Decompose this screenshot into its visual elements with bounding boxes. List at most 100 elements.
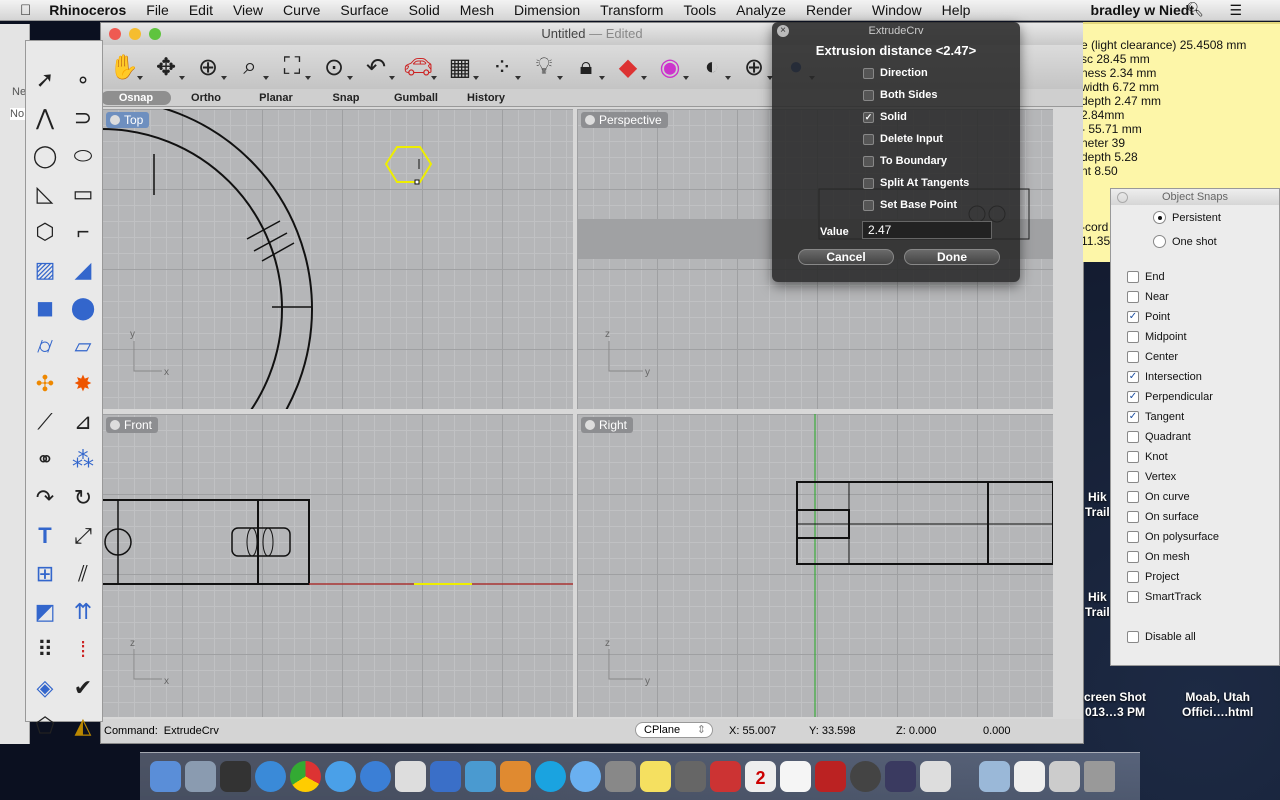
menu-render[interactable]: Render [806,2,852,18]
viewport-top[interactable]: xy Top [102,109,573,409]
checkbox-checked[interactable]: ✓ [1127,371,1139,383]
checkbox[interactable] [863,199,874,211]
polygon-icon[interactable]: ⬡ [35,219,54,245]
spotlight-search-icon[interactable]: 🔍︎ [1186,1,1204,18]
surface-icon[interactable]: ▨ [35,257,56,283]
menu-edit[interactable]: Edit [189,2,213,18]
checkbox-checked[interactable]: ✓ [863,111,874,123]
desktop-item[interactable]: Hik Trail [1085,590,1110,620]
done-button[interactable]: Done [904,249,1000,265]
command-line[interactable]: ExtrudeCrv [164,725,219,737]
checkbox[interactable] [1127,551,1139,563]
menu-transform[interactable]: Transform [600,2,663,18]
circle-icon[interactable]: ◯ [33,143,58,169]
array-icon[interactable]: ⊞ [36,561,54,587]
messages-icon[interactable] [570,761,601,792]
menu-window[interactable]: Window [872,2,922,18]
zoom-in-out-icon[interactable]: ⊕ [191,50,227,84]
check-icon[interactable]: ✔ [74,675,92,701]
select-arrow-icon[interactable]: ➚ [36,67,54,93]
notification-list-icon[interactable]: ☰ [1229,2,1242,19]
dashboard-icon[interactable] [220,761,251,792]
menu-analyze[interactable]: Analyze [736,2,786,18]
snap-on-polysurface[interactable]: On polysurface [1127,531,1219,543]
menu-tools[interactable]: Tools [683,2,716,18]
zoom-button[interactable] [149,28,161,40]
wireframe-display-icon[interactable]: ⊕ [737,50,773,84]
snap-point[interactable]: ✓ Point [1127,311,1170,323]
menu-dimension[interactable]: Dimension [514,2,580,18]
viewport-label-front[interactable]: Front [106,417,159,433]
arc-icon[interactable]: ◺ [37,181,54,207]
snap-on-mesh[interactable]: On mesh [1127,551,1190,563]
checkbox[interactable] [1127,491,1139,503]
desktop-item-moab-html[interactable]: Moab, Utah Offici….html [1182,690,1253,720]
close-button[interactable] [109,28,121,40]
snap-tangent[interactable]: ✓ Tangent [1127,411,1184,423]
calendar-icon[interactable]: 2 [745,761,776,792]
history-toggle[interactable]: History [451,91,521,105]
gumball-toggle[interactable]: Gumball [381,91,451,105]
rotate-view-icon[interactable]: ✥ [149,50,185,84]
ellipse-icon[interactable]: ⬭ [74,143,93,169]
checkbox[interactable] [1127,431,1139,443]
pan-hand-icon[interactable]: ✋ [107,50,143,84]
checkbox[interactable] [1127,571,1139,583]
checkbox[interactable] [1127,291,1139,303]
option-both-sides[interactable]: Both Sides [863,89,937,101]
scale-icon[interactable]: ⤢ [74,523,92,549]
menu-mesh[interactable]: Mesh [460,2,494,18]
point-icon[interactable]: ∘ [76,67,90,93]
downloads-icon[interactable] [1049,761,1080,792]
car-icon[interactable]: 🚗︎ [401,50,437,84]
system-preferences-icon[interactable] [605,761,636,792]
user-name[interactable]: bradley w Niedt [1091,2,1194,18]
checkbox[interactable] [1127,531,1139,543]
checkbox[interactable] [1127,471,1139,483]
checkbox[interactable] [863,133,874,145]
radio-persistent[interactable]: Persistent [1153,211,1221,224]
trash-icon[interactable] [1084,761,1115,792]
snap-perpendicular[interactable]: ✓ Perpendicular [1127,391,1213,403]
app-icon[interactable] [465,761,496,792]
boolean-union-icon[interactable]: ⚭ [36,447,54,473]
checkbox[interactable] [863,155,874,167]
apple-menu-icon[interactable]:  [20,2,31,19]
polyline-icon[interactable]: ⋀ [36,105,54,131]
trim-icon[interactable]: ⟋ [37,409,52,435]
app-icon[interactable] [395,761,426,792]
shaded-display-icon[interactable]: ◐ [695,50,731,84]
skype-icon[interactable] [535,761,566,792]
curve-icon[interactable]: ⊃ [74,105,92,131]
checkbox[interactable] [863,177,874,189]
preview-icon[interactable] [920,761,951,792]
desktop-item[interactable]: Hik Trail [1085,490,1110,520]
cylinder-icon[interactable]: ⌭ [37,333,53,359]
rectangle-icon[interactable]: ▭ [73,181,94,207]
menu-solid[interactable]: Solid [409,2,440,18]
sphere-icon[interactable]: ⬤ [71,295,96,321]
option-solid[interactable]: ✓ Solid [863,111,907,123]
value-input[interactable] [862,221,992,239]
solid-edit-icon[interactable]: ◩ [35,599,56,625]
paint-bucket-icon[interactable]: ◭ [75,713,92,739]
zoom-window-icon[interactable]: ⌕ [233,50,269,84]
menu-help[interactable]: Help [942,2,971,18]
close-icon[interactable]: × [777,25,789,37]
layers-icon[interactable]: ◆ [611,50,647,84]
menu-curve[interactable]: Curve [283,2,320,18]
document-icon[interactable] [1014,761,1045,792]
snap-near[interactable]: Near [1127,291,1169,303]
snap-vertex[interactable]: Vertex [1127,471,1176,483]
snap-smarttrack[interactable]: SmartTrack [1127,591,1201,603]
menu-view[interactable]: View [233,2,263,18]
snap-project[interactable]: Project [1127,571,1179,583]
radio-one-shot[interactable]: One shot [1153,235,1217,248]
undo-view-icon[interactable]: ↶ [359,50,395,84]
finder-icon[interactable] [150,761,181,792]
iphoto-icon[interactable] [675,761,706,792]
checkbox[interactable] [863,89,874,101]
checkbox-checked[interactable]: ✓ [1127,311,1139,323]
color-wheel-icon[interactable]: ◉ [653,50,689,84]
cancel-button[interactable]: Cancel [798,249,894,265]
